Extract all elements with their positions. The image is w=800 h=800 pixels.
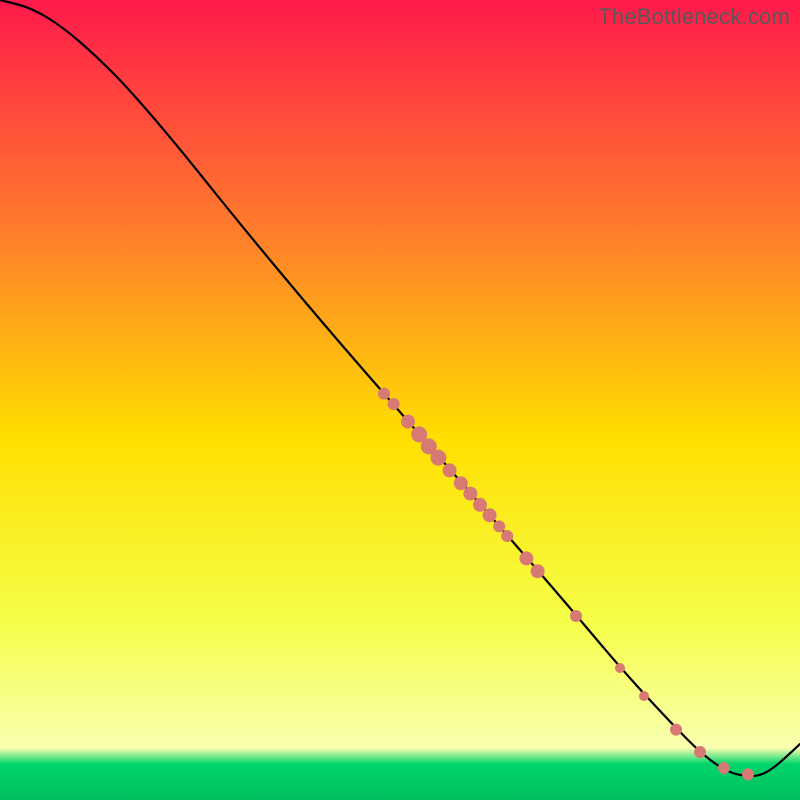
data-dot bbox=[463, 487, 477, 501]
data-dot bbox=[378, 388, 390, 400]
data-dot bbox=[501, 530, 513, 542]
data-dot bbox=[473, 498, 487, 512]
data-dot bbox=[531, 564, 545, 578]
data-dot bbox=[670, 724, 682, 736]
data-dot bbox=[694, 746, 706, 758]
data-dot bbox=[570, 610, 582, 622]
data-dot bbox=[639, 691, 649, 701]
data-dot bbox=[742, 768, 754, 780]
data-dot bbox=[430, 450, 446, 466]
data-dot bbox=[401, 415, 415, 429]
data-dot bbox=[718, 762, 730, 774]
data-dot bbox=[493, 520, 505, 532]
data-dot bbox=[454, 476, 468, 490]
data-dot bbox=[388, 398, 400, 410]
data-dot bbox=[615, 663, 625, 673]
data-dot bbox=[483, 508, 497, 522]
data-dot bbox=[519, 551, 533, 565]
data-dot bbox=[443, 463, 457, 477]
watermark-text: TheBottleneck.com bbox=[598, 4, 790, 30]
bottleneck-chart bbox=[0, 0, 800, 800]
chart-background bbox=[0, 0, 800, 800]
